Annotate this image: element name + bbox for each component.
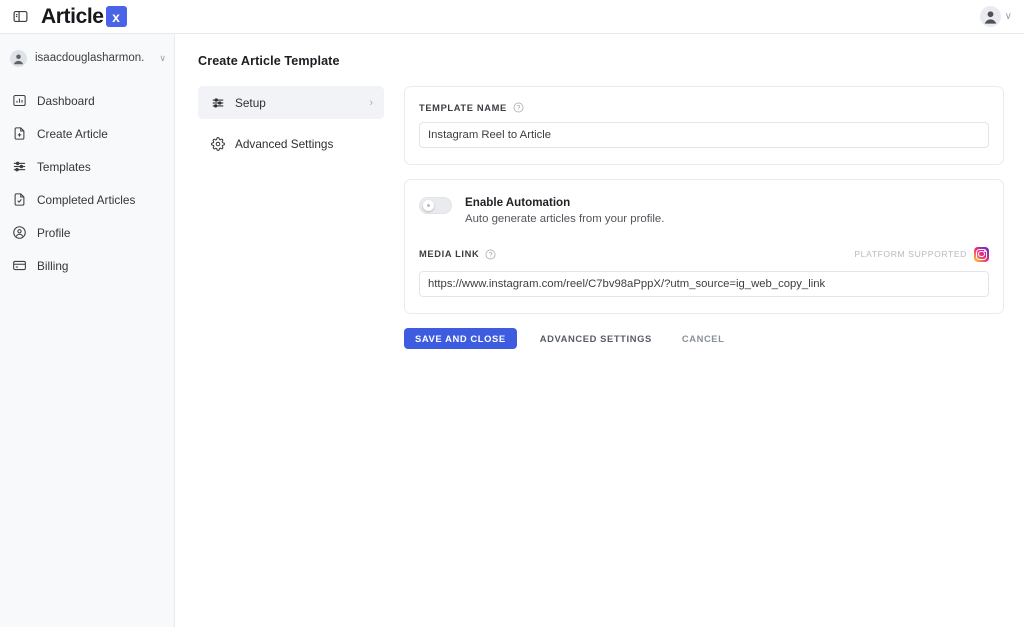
platform-supported: PLATFORM SUPPORTED xyxy=(854,246,989,262)
sidebar-item-label: Dashboard xyxy=(37,93,95,108)
topbar-account-menu[interactable]: ∨ xyxy=(979,6,1012,27)
body: isaacdouglasharmon... ∨ Dashboard Create… xyxy=(0,34,1024,627)
automation-title: Enable Automation xyxy=(465,196,571,209)
chevron-down-icon[interactable]: ∨ xyxy=(159,53,166,64)
automation-text: Enable Automation Auto generate articles… xyxy=(465,195,664,228)
credit-card-icon xyxy=(10,257,28,275)
sidebar-item-label: Templates xyxy=(37,159,91,174)
sidebar-user-menu[interactable]: isaacdouglasharmon... ∨ xyxy=(0,42,174,74)
brand-logo[interactable]: Article x xyxy=(41,5,127,29)
sidebar-item-profile[interactable]: Profile xyxy=(0,216,174,249)
form-actions: SAVE AND CLOSE ADVANCED SETTINGS CANCEL xyxy=(404,327,1004,349)
media-link-input[interactable] xyxy=(419,270,989,297)
top-bar: Article x ∨ xyxy=(0,0,1024,34)
brand-name: Article xyxy=(41,4,104,28)
section-nav: Setup › Advanced Settings xyxy=(198,86,384,160)
app-root: Article x ∨ isaacdouglasharmon... ∨ Dash… xyxy=(0,0,1024,627)
platform-supported-label: PLATFORM SUPPORTED xyxy=(854,249,967,260)
enable-automation-toggle[interactable] xyxy=(419,197,452,214)
template-name-label-row: TEMPLATE NAME xyxy=(419,102,989,113)
tab-label: Advanced Settings xyxy=(235,136,334,151)
gear-icon xyxy=(209,136,226,151)
toggle-knob xyxy=(423,200,434,211)
sliders-icon xyxy=(10,158,28,176)
sidebar-item-label: Billing xyxy=(37,258,69,273)
sidebar-panel-icon[interactable] xyxy=(9,6,31,28)
sidebar-nav: Dashboard Create Article Templates Compl… xyxy=(0,84,174,282)
content-row: Setup › Advanced Settings TEMPLATE NAME … xyxy=(198,86,1004,349)
advanced-settings-button[interactable]: ADVANCED SETTINGS xyxy=(530,328,662,349)
file-plus-icon xyxy=(10,125,28,143)
automation-card: Enable Automation Auto generate articles… xyxy=(404,179,1004,314)
sidebar-item-billing[interactable]: Billing xyxy=(0,249,174,282)
template-name-input[interactable] xyxy=(419,122,989,148)
sidebar-item-templates[interactable]: Templates xyxy=(0,150,174,183)
sliders-icon xyxy=(209,96,226,110)
sidebar-item-label: Profile xyxy=(37,225,71,240)
chevron-right-icon: › xyxy=(369,96,373,109)
chevron-down-icon[interactable]: ∨ xyxy=(1005,11,1012,22)
page-title: Create Article Template xyxy=(198,54,340,68)
brand-badge: x xyxy=(105,6,127,27)
tab-label: Setup xyxy=(235,95,266,110)
sidebar: isaacdouglasharmon... ∨ Dashboard Create… xyxy=(0,34,175,627)
form-cards: TEMPLATE NAME Instagram Reel to Article … xyxy=(404,86,1004,349)
tab-setup[interactable]: Setup › xyxy=(198,86,384,119)
sidebar-item-completed-articles[interactable]: Completed Articles xyxy=(0,183,174,216)
question-circle-icon[interactable] xyxy=(485,249,496,260)
save-and-close-button[interactable]: SAVE AND CLOSE xyxy=(404,327,517,349)
question-circle-icon[interactable] xyxy=(513,102,524,113)
avatar[interactable] xyxy=(979,6,1001,27)
template-name-card: TEMPLATE NAME xyxy=(404,86,1004,165)
user-circle-icon xyxy=(10,224,28,242)
template-name-label: TEMPLATE NAME xyxy=(419,102,507,113)
user-avatar-icon xyxy=(10,49,27,67)
sidebar-user-name: isaacdouglasharmon... xyxy=(35,52,145,64)
enable-automation-row: Enable Automation Auto generate articles… xyxy=(419,195,989,228)
media-link-label: MEDIA LINK xyxy=(419,249,480,260)
main-content: Create Article Template Setup › Advanced… xyxy=(175,34,1024,627)
sidebar-item-label: Create Article xyxy=(37,126,108,141)
automation-subtitle: Auto generate articles from your profile… xyxy=(465,212,665,225)
chart-bar-icon xyxy=(10,92,28,110)
file-check-icon xyxy=(10,191,28,209)
cancel-button[interactable]: CANCEL xyxy=(672,328,735,349)
sidebar-item-dashboard[interactable]: Dashboard xyxy=(0,84,174,117)
instagram-icon xyxy=(974,246,989,262)
media-link-label-row: MEDIA LINK PLATFORM SUPPORTED xyxy=(419,246,989,262)
sidebar-item-label: Completed Articles xyxy=(37,192,136,207)
sidebar-item-create-article[interactable]: Create Article xyxy=(0,117,174,150)
tab-advanced-settings[interactable]: Advanced Settings xyxy=(198,127,384,160)
